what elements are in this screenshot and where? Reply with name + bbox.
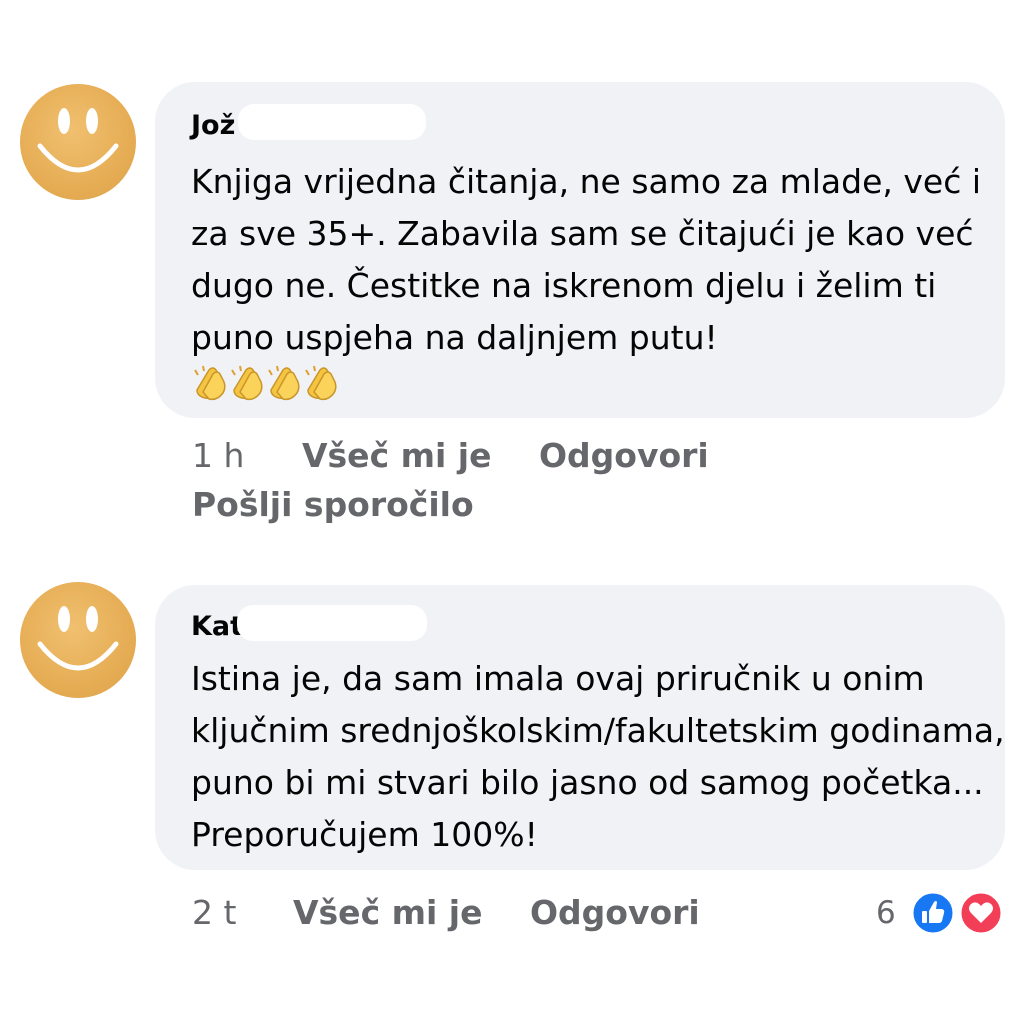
clapping-hands-emoji: 👏👏👏👏 — [191, 364, 341, 404]
comment-bubble: Jož Knjiga vrijedna čitanja, ne samo za … — [155, 82, 1005, 418]
comment-author[interactable]: Kať — [191, 611, 243, 642]
comment-text-line: puno bi mi stvari bilo jasno od samog po… — [191, 763, 984, 802]
comment-text-line: puno uspjeha na daljnjem putu! — [191, 318, 718, 357]
like-link[interactable]: Všeč mi je — [302, 436, 492, 475]
avatar[interactable] — [20, 582, 136, 698]
like-link[interactable]: Všeč mi je — [293, 893, 483, 932]
comment-text-line: dugo ne. Čestitke na iskrenom djelu i že… — [191, 266, 937, 305]
reaction-count[interactable]: 6 — [876, 895, 896, 931]
comment-bubble: Kať Istina je, da sam imala ovaj priručn… — [155, 585, 1005, 870]
comment-text: Istina je, da sam imala ovaj priručnik u… — [191, 653, 1005, 861]
reply-link[interactable]: Odgovori — [539, 436, 709, 475]
redaction-bar — [237, 605, 427, 641]
comment-meta: 1 h — [192, 436, 244, 475]
avatar[interactable] — [20, 84, 136, 200]
comment-time[interactable]: 2 t — [192, 893, 236, 932]
comments-thread: Jož Knjiga vrijedna čitanja, ne samo za … — [0, 0, 1024, 1024]
comment-time[interactable]: 1 h — [192, 436, 244, 475]
comment-text-line: ključnim srednjoškolskim/fakultetskim go… — [191, 711, 1005, 750]
smiley-icon — [37, 606, 119, 671]
comment-author[interactable]: Jož — [191, 110, 235, 141]
reply-link[interactable]: Odgovori — [530, 893, 700, 932]
clapping-hands-icon — [194, 365, 337, 401]
redaction-bar — [238, 104, 426, 140]
send-message-link[interactable]: Pošlji sporočilo — [192, 485, 474, 524]
comment-meta: 2 t — [192, 893, 236, 932]
comment-text: Knjiga vrijedna čitanja, ne samo za mlad… — [191, 156, 981, 364]
comment-text-line: Istina je, da sam imala ovaj priručnik u… — [191, 659, 925, 698]
like-icon[interactable] — [910, 890, 956, 936]
comment-text-line: Preporučujem 100%! — [191, 815, 538, 854]
comment-text-line: Knjiga vrijedna čitanja, ne samo za mlad… — [191, 162, 982, 201]
smiley-icon — [37, 108, 119, 173]
love-icon[interactable] — [958, 890, 1004, 936]
comment-text-line: za sve 35+. Zabavila sam se čitajući je … — [191, 214, 974, 253]
